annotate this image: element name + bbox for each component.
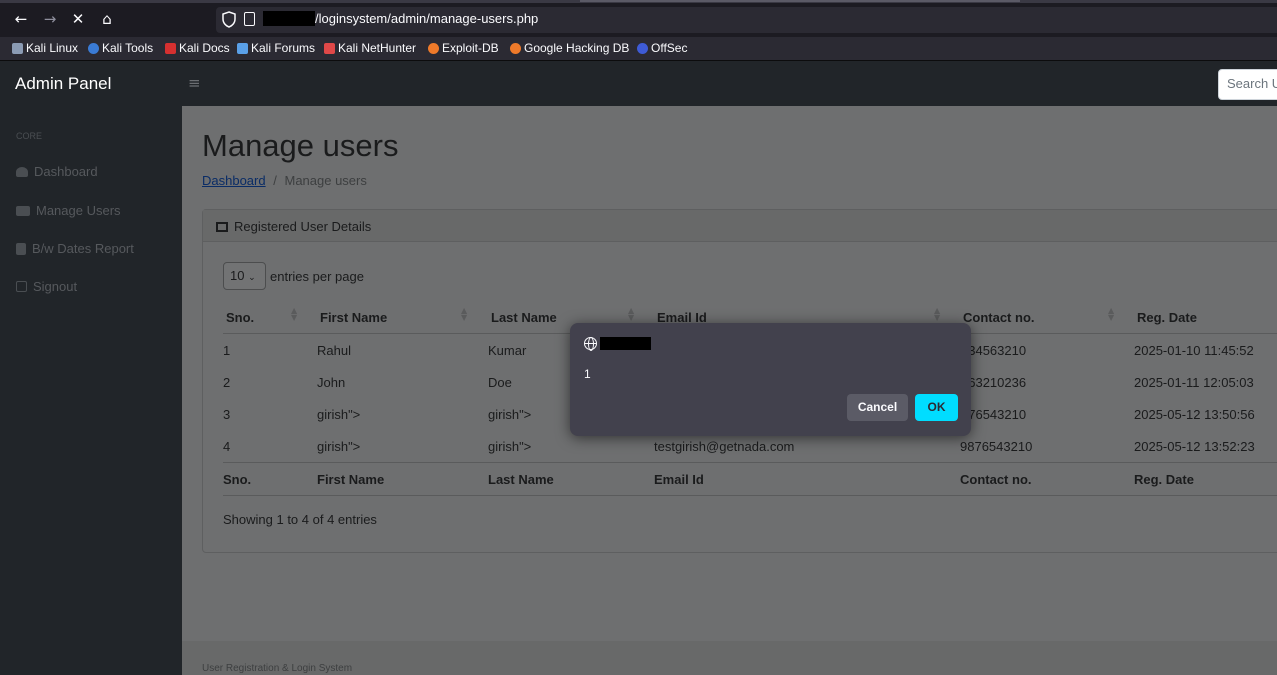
table-cell-first-name: girish"> xyxy=(317,407,361,422)
column-header-reg-date[interactable]: Reg. Date xyxy=(1137,310,1197,325)
column-header-sno[interactable]: Sno. xyxy=(226,310,254,325)
breadcrumb-current: Manage users xyxy=(284,173,367,188)
sort-icon[interactable]: ▲ ▼ xyxy=(1108,307,1114,322)
sidebar-heading: CORE xyxy=(16,131,43,141)
table-cell-reg-date: 2025-01-11 12:05:03 xyxy=(1134,375,1254,390)
table-cell-contact: 9876543210 xyxy=(960,439,1033,454)
table-cell-first-name: John xyxy=(317,375,346,390)
sidebar-item-signout[interactable]: Signout xyxy=(16,279,77,294)
bookmark-kali-linux[interactable]: Kali Linux xyxy=(12,41,78,55)
tracking-shield-icon[interactable] xyxy=(222,11,236,28)
kali-icon xyxy=(12,42,23,54)
exploit-db-icon xyxy=(428,42,439,54)
sidebar: CORE Dashboard Manage Users B/w Dates Re… xyxy=(0,106,182,675)
signout-icon xyxy=(16,281,27,292)
ok-button[interactable]: OK xyxy=(915,394,958,421)
users-icon xyxy=(16,205,30,216)
card-title: Registered User Details xyxy=(216,219,371,234)
table-cell-sno: 2 xyxy=(223,375,231,390)
entries-select[interactable]: 10 ⌄ xyxy=(223,262,266,290)
table-info: Showing 1 to 4 of 4 entries xyxy=(223,512,377,527)
brand-title[interactable]: Admin Panel xyxy=(15,74,111,94)
sort-icon[interactable]: ▲ ▼ xyxy=(291,307,297,322)
table-bottom-border xyxy=(223,495,1277,496)
table-cell-last-name: girish"> xyxy=(488,407,532,422)
table-cell-sno: 4 xyxy=(223,439,231,454)
offsec-icon xyxy=(637,42,648,54)
table-cell-last-name: Doe xyxy=(488,375,512,390)
url-path[interactable]: /loginsystem/admin/manage-users.php xyxy=(315,11,538,26)
breadcrumb-dashboard-link[interactable]: Dashboard xyxy=(202,173,266,188)
url-host-redacted xyxy=(263,11,315,26)
chevron-down-icon: ⌄ xyxy=(248,272,256,282)
column-footer-first-name: First Name xyxy=(317,472,385,487)
breadcrumb: Dashboard / Manage users xyxy=(202,173,367,188)
sidebar-item-manage-users[interactable]: Manage Users xyxy=(16,203,121,218)
table-cell-last-name: Kumar xyxy=(488,343,527,358)
calendar-icon xyxy=(16,242,26,255)
menu-toggle-icon[interactable]: ≡ xyxy=(188,74,201,92)
bookmarks-bar: Kali Linux Kali Tools Kali Docs Kali For… xyxy=(0,37,1277,61)
bookmark-kali-nethunter[interactable]: Kali NetHunter xyxy=(324,41,416,55)
browser-toolbar: ← → ✕ ⌂ /loginsystem/admin/manage-users.… xyxy=(0,0,1277,37)
sort-icon[interactable]: ▲ ▼ xyxy=(628,307,634,322)
column-footer-contact-no: Contact no. xyxy=(960,472,1032,487)
sidebar-item-bw-dates-report[interactable]: B/w Dates Report xyxy=(16,241,134,256)
column-header-contact-no[interactable]: Contact no. xyxy=(963,310,1035,325)
column-footer-reg-date: Reg. Date xyxy=(1134,472,1194,487)
page-footer: User Registration & Login System xyxy=(182,641,1277,675)
table-cell-email: testgirish@getnada.com xyxy=(654,439,795,454)
kali-tools-icon xyxy=(88,42,99,54)
table-cell-first-name: girish"> xyxy=(317,439,361,454)
search-input[interactable]: Search U xyxy=(1218,69,1277,100)
table-cell-reg-date: 2025-05-12 13:52:23 xyxy=(1134,439,1255,454)
dialog-message: 1 xyxy=(584,367,591,381)
sort-icon[interactable]: ▲ ▼ xyxy=(934,307,940,322)
bookmark-kali-forums[interactable]: Kali Forums xyxy=(237,41,315,55)
bookmark-exploit-db[interactable]: Exploit-DB xyxy=(428,41,499,55)
column-header-last-name[interactable]: Last Name xyxy=(491,310,557,325)
footer-divider xyxy=(223,462,1277,463)
nethunter-icon xyxy=(324,42,335,54)
globe-icon xyxy=(584,337,597,351)
breadcrumb-separator: / xyxy=(273,173,277,188)
column-footer-sno: Sno. xyxy=(223,472,252,487)
dashboard-icon xyxy=(16,166,28,177)
page-info-icon[interactable] xyxy=(244,12,255,26)
table-icon xyxy=(216,221,228,232)
column-footer-email-id: Email Id xyxy=(654,472,704,487)
kali-docs-icon xyxy=(165,42,176,54)
table-cell-sno: 1 xyxy=(223,343,231,358)
table-cell-reg-date: 2025-05-12 13:50:56 xyxy=(1134,407,1255,422)
page-title: Manage users xyxy=(202,128,399,163)
back-icon[interactable]: ← xyxy=(11,8,31,30)
entries-per-page: 10 ⌄ entries per page xyxy=(223,262,364,290)
table-cell-sno: 3 xyxy=(223,407,231,422)
table-cell-reg-date: 2025-01-10 11:45:52 xyxy=(1134,343,1254,358)
table-cell-last-name: girish"> xyxy=(488,439,532,454)
cancel-button[interactable]: Cancel xyxy=(847,394,908,421)
stop-icon[interactable]: ✕ xyxy=(68,8,88,30)
forward-icon[interactable]: → xyxy=(40,8,60,30)
sidebar-item-dashboard[interactable]: Dashboard xyxy=(16,164,98,179)
kali-forums-icon xyxy=(237,42,248,54)
dialog-origin-redacted xyxy=(600,337,651,350)
column-footer-last-name: Last Name xyxy=(488,472,554,487)
top-navbar: Admin Panel ≡ Search U xyxy=(0,61,1277,106)
table-cell-first-name: Rahul xyxy=(317,343,351,358)
alert-dialog: 1 Cancel OK xyxy=(570,323,971,436)
bookmark-kali-tools[interactable]: Kali Tools xyxy=(88,41,153,55)
home-icon[interactable]: ⌂ xyxy=(97,8,117,30)
bookmark-google-hacking-db[interactable]: Google Hacking DB xyxy=(510,41,629,55)
sort-icon[interactable]: ▲ ▼ xyxy=(461,307,467,322)
bookmark-offsec[interactable]: OffSec xyxy=(637,41,687,55)
active-tab-indicator xyxy=(580,0,1020,2)
card-header: Registered User Details xyxy=(203,210,1277,242)
column-header-first-name[interactable]: First Name xyxy=(320,310,387,325)
bookmark-kali-docs[interactable]: Kali Docs xyxy=(165,41,230,55)
footer-text: User Registration & Login System xyxy=(202,663,353,674)
ghdb-icon xyxy=(510,42,521,54)
